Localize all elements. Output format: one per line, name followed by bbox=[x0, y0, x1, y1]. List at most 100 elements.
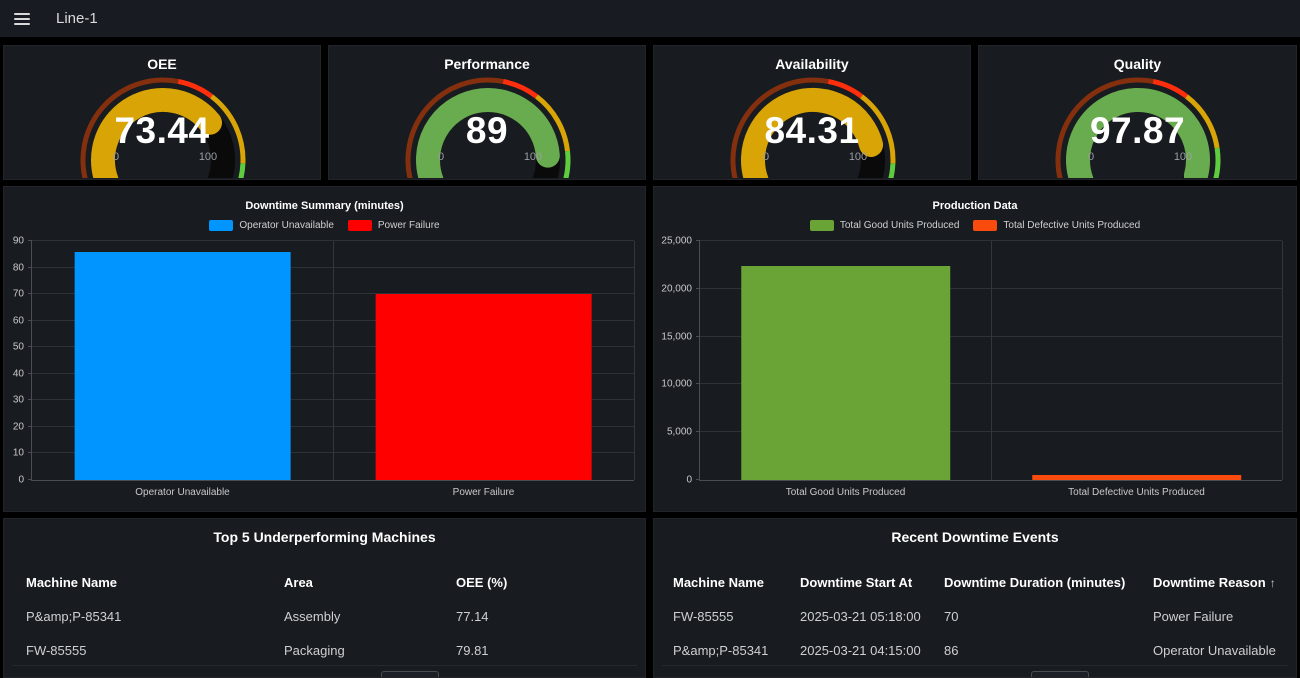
bar-operator-unavailable[interactable] bbox=[74, 252, 291, 480]
y-axis-tick-label: 20 bbox=[13, 421, 24, 432]
column-header[interactable]: Downtime Duration (minutes) bbox=[944, 575, 1153, 590]
downtime-summary-chart: 0102030405060708090Operator UnavailableP… bbox=[31, 241, 634, 481]
table-cell: Assembly bbox=[284, 609, 456, 624]
table-cell: 86 bbox=[944, 643, 1153, 658]
legend-item[interactable]: Total Defective Units Produced bbox=[973, 220, 1140, 231]
gauge-min-label: 0 bbox=[746, 151, 786, 163]
table-cell: 2025-03-21 04:15:00 bbox=[800, 643, 944, 658]
gauge-max-label: 100 bbox=[513, 151, 553, 163]
y-axis-tick bbox=[28, 426, 32, 427]
table-row: FW-855552025-03-21 05:18:0070Power Failu… bbox=[654, 599, 1296, 633]
gauge-value: 73.44 bbox=[4, 110, 320, 152]
gauge-min-label: 0 bbox=[96, 151, 136, 163]
x-axis-category-label: Total Good Units Produced bbox=[786, 487, 906, 498]
table-cell: 77.14 bbox=[456, 609, 645, 624]
column-header[interactable]: Area bbox=[284, 575, 456, 590]
y-axis-tick-label: 80 bbox=[13, 262, 24, 273]
table-cell: Power Failure bbox=[1153, 609, 1296, 624]
column-header-label: Downtime Reason bbox=[1153, 575, 1266, 590]
panel-title: Quality bbox=[979, 56, 1296, 72]
column-header-label: OEE (%) bbox=[456, 575, 507, 590]
x-axis-category-label: Operator Unavailable bbox=[135, 487, 230, 498]
table-body: P&amp;P-85341Assembly77.14FW-85555Packag… bbox=[4, 599, 645, 667]
table-row: FW-85555Packaging79.81 bbox=[4, 633, 645, 667]
bar-total-defective-units-produced[interactable] bbox=[1032, 475, 1242, 480]
y-axis-tick-label: 40 bbox=[13, 368, 24, 379]
sort-ascending-icon: ↑ bbox=[1270, 576, 1276, 590]
panel-oee: OEE 73.44 0 100 bbox=[3, 45, 321, 180]
legend-item[interactable]: Total Good Units Produced bbox=[810, 220, 960, 231]
x-axis-category-label: Power Failure bbox=[453, 487, 515, 498]
dashboard: Line-1 OEE 73.44 0 100 Performance 89 0 … bbox=[0, 0, 1300, 678]
column-header[interactable]: Machine Name bbox=[26, 575, 284, 590]
table-cell: 79.81 bbox=[456, 643, 645, 658]
legend-label: Total Good Units Produced bbox=[840, 220, 960, 231]
column-header[interactable]: Machine Name bbox=[673, 575, 800, 590]
column-header[interactable]: Downtime Start At bbox=[800, 575, 944, 590]
y-axis-tick bbox=[28, 293, 32, 294]
legend-label: Power Failure bbox=[378, 220, 440, 231]
table-cell: 70 bbox=[944, 609, 1153, 624]
panel-availability: Availability 84.31 0 100 bbox=[653, 45, 971, 180]
y-axis-tick bbox=[28, 373, 32, 374]
y-axis-tick bbox=[28, 479, 32, 480]
chart-title: Downtime Summary (minutes) bbox=[4, 200, 645, 212]
y-axis-tick bbox=[696, 288, 700, 289]
table-cell: Operator Unavailable bbox=[1153, 643, 1296, 658]
gauge-min-label: 0 bbox=[1071, 151, 1111, 163]
gauge-threshold-segment bbox=[1213, 148, 1218, 178]
gauge-threshold-segment bbox=[888, 163, 893, 178]
panel-recent-downtime-events: Recent Downtime Events Machine NameDownt… bbox=[653, 518, 1297, 678]
column-header-label: Area bbox=[284, 575, 313, 590]
y-axis-tick-label: 20,000 bbox=[661, 283, 692, 294]
table-row: P&amp;P-85341Assembly77.14 bbox=[4, 599, 645, 633]
legend-label: Operator Unavailable bbox=[239, 220, 334, 231]
column-header-label: Downtime Start At bbox=[800, 575, 912, 590]
chart-legend: Total Good Units Produced Total Defective… bbox=[654, 217, 1296, 233]
legend-item[interactable]: Operator Unavailable bbox=[209, 220, 334, 231]
table-title: Top 5 Underperforming Machines bbox=[4, 529, 645, 545]
y-axis-tick bbox=[696, 336, 700, 337]
y-axis-tick bbox=[28, 399, 32, 400]
dashboard-title: Line-1 bbox=[56, 10, 98, 27]
pagination-button[interactable] bbox=[1031, 671, 1089, 678]
production-data-chart: 05,00010,00015,00020,00025,000Total Good… bbox=[699, 241, 1282, 481]
table-header-row: Machine NameDowntime Start At Downtime Du… bbox=[654, 565, 1296, 599]
panel-performance: Performance 89 0 100 bbox=[328, 45, 646, 180]
category-boundary-line bbox=[991, 241, 992, 480]
y-axis-tick-label: 70 bbox=[13, 289, 24, 300]
legend-swatch bbox=[973, 220, 997, 231]
column-header[interactable]: OEE (%) bbox=[456, 575, 645, 590]
y-axis-tick bbox=[696, 383, 700, 384]
pagination-button[interactable] bbox=[381, 671, 439, 678]
menu-toggle-button[interactable] bbox=[8, 5, 36, 33]
table-bottom-divider bbox=[662, 665, 1288, 666]
legend-swatch bbox=[348, 220, 372, 231]
legend-item[interactable]: Power Failure bbox=[348, 220, 440, 231]
y-axis-tick-label: 90 bbox=[13, 236, 24, 247]
panel-downtime-summary: Downtime Summary (minutes) Operator Unav… bbox=[3, 186, 646, 512]
table-cell: Packaging bbox=[284, 643, 456, 658]
category-boundary-line bbox=[333, 241, 334, 480]
gauge-value: 84.31 bbox=[654, 110, 970, 152]
column-header-label: Downtime Duration (minutes) bbox=[944, 575, 1125, 590]
table-cell: P&amp;P-85341 bbox=[673, 643, 800, 658]
bar-total-good-units-produced[interactable] bbox=[741, 266, 951, 480]
y-axis-tick bbox=[696, 431, 700, 432]
gauge-max-label: 100 bbox=[838, 151, 878, 163]
y-axis-tick bbox=[28, 267, 32, 268]
bar-power-failure[interactable] bbox=[375, 294, 592, 480]
gauge-max-label: 100 bbox=[188, 151, 228, 163]
y-axis-tick bbox=[696, 479, 700, 480]
y-axis-tick-label: 0 bbox=[686, 475, 692, 486]
gauge-min-label: 0 bbox=[421, 151, 461, 163]
panel-production-data: Production Data Total Good Units Produce… bbox=[653, 186, 1297, 512]
y-axis-tick-label: 15,000 bbox=[661, 331, 692, 342]
panel-quality: Quality 97.87 0 100 bbox=[978, 45, 1297, 180]
table-cell: 2025-03-21 05:18:00 bbox=[800, 609, 944, 624]
gauge-threshold-segment bbox=[238, 163, 243, 178]
y-axis-tick-label: 60 bbox=[13, 315, 24, 326]
column-header[interactable]: Downtime Reason ↑ bbox=[1153, 575, 1296, 590]
table-body: FW-855552025-03-21 05:18:0070Power Failu… bbox=[654, 599, 1296, 667]
category-boundary-line bbox=[634, 241, 635, 480]
